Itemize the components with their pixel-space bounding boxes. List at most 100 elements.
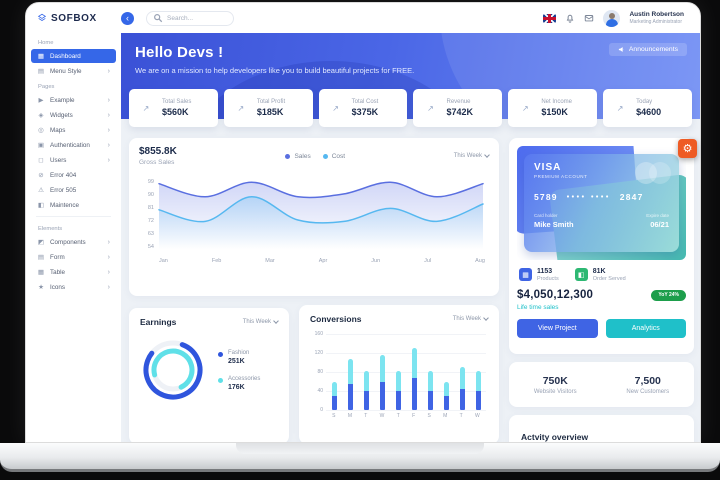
kpi-card-net-income[interactable]: ↗Net Income$150K: [508, 89, 597, 127]
dashboard-icon: ▦: [37, 52, 45, 60]
sidebar-item-maps[interactable]: ◎Maps›: [31, 123, 116, 137]
kpi-card-total-sales[interactable]: ↗Total Sales$560K: [129, 89, 218, 127]
sidebar-item-icons[interactable]: ★Icons›: [31, 280, 116, 294]
sidebar-item-example[interactable]: ▶Example›: [31, 93, 116, 107]
bar-f-5: [412, 348, 417, 410]
hero-subtitle: We are on a mission to help developers l…: [135, 66, 686, 75]
user-avatar[interactable]: [603, 10, 620, 27]
y-tick: 80: [310, 369, 323, 375]
table-icon: ▦: [37, 268, 45, 276]
arrow-up-right-icon: ↗: [325, 97, 347, 119]
error-404-icon: ⊘: [37, 171, 45, 179]
kpi-card-today[interactable]: ↗Today$4600: [603, 89, 692, 127]
user-name: Austin Robertson: [629, 11, 684, 18]
conversions-card: Conversions This Week 16012080400 SMTWTF…: [299, 305, 499, 442]
orders-stat: ◧ 81KOrder Served: [575, 268, 626, 282]
chevron-right-icon: ›: [108, 284, 110, 291]
laptop-mockup: SOFBOX ‹ Austin Robertson Marketing Admi…: [0, 0, 720, 480]
user-chip[interactable]: Austin Robertson Marketing Administrator: [629, 11, 684, 25]
kpi-label: Today: [636, 99, 661, 105]
visitors-card: 750K Website Visitors 7,500 New Customer…: [509, 362, 694, 407]
card-expire-label: Expire date: [646, 213, 669, 218]
kpi-value: $375K: [352, 107, 379, 117]
logo-text: SOFBOX: [51, 13, 97, 24]
bar-s-6: [428, 371, 433, 410]
sidebar-item-components[interactable]: ◩Components›: [31, 235, 116, 249]
cost-legend-dot: [323, 154, 328, 159]
announcements-button[interactable]: Announcements: [609, 43, 687, 56]
card-account-type: PREMIUM ACCOUNT: [534, 174, 669, 179]
bell-icon[interactable]: [565, 13, 575, 23]
svg-text:72: 72: [148, 218, 154, 224]
arrow-up-right-icon: ↗: [609, 97, 631, 119]
accessories-legend-dot: [218, 378, 223, 383]
chevron-right-icon: ›: [108, 112, 110, 119]
sidebar-item-menu-style[interactable]: ▤Menu Style›: [31, 64, 116, 78]
x-tick: Mar: [265, 258, 274, 264]
y-tick: 120: [310, 350, 323, 356]
card-circle-decor: [649, 162, 671, 184]
sidebar-toggle-button[interactable]: ‹: [121, 12, 134, 25]
y-tick: 40: [310, 388, 323, 394]
mail-icon[interactable]: [584, 13, 594, 23]
sidebar-item-table[interactable]: ▦Table›: [31, 265, 116, 279]
credit-card-graphic: VISA PREMIUM ACCOUNT 5789 •••• •••• 2847…: [517, 146, 686, 260]
search-box[interactable]: [146, 11, 234, 26]
sidebar-item-error-404[interactable]: ⊘Error 404: [31, 168, 116, 182]
sidebar-item-maintence[interactable]: ◧Maintence: [31, 198, 116, 212]
x-tick: Feb: [212, 258, 221, 264]
svg-text:81: 81: [148, 205, 154, 211]
menu-style-icon: ▤: [37, 67, 45, 75]
x-tick: M: [443, 413, 447, 419]
kpi-label: Total Cost: [352, 99, 379, 105]
kpi-card-total-cost[interactable]: ↗ Total Cost $375K: [319, 89, 408, 127]
components-icon: ◩: [37, 238, 45, 246]
authentication-icon: ▣: [37, 141, 45, 149]
bar-t-8: [460, 367, 465, 410]
sidebar-item-label: Dashboard: [50, 53, 110, 60]
analytics-button[interactable]: Analytics: [606, 319, 687, 338]
sidebar-item-users[interactable]: ◻Users›: [31, 153, 116, 167]
laptop-base-notch: [236, 443, 484, 454]
chevron-right-icon: ›: [108, 142, 110, 149]
language-flag-icon[interactable]: [543, 14, 556, 23]
logo[interactable]: SOFBOX: [26, 13, 121, 24]
sidebar-item-label: Menu Style: [50, 68, 103, 75]
sidebar-item-authentication[interactable]: ▣Authentication›: [31, 138, 116, 152]
maps-icon: ◎: [37, 126, 45, 134]
laptop-screen: SOFBOX ‹ Austin Robertson Marketing Admi…: [25, 2, 701, 443]
svg-text:54: 54: [148, 244, 154, 250]
gross-sales-period-dropdown[interactable]: This Week: [454, 153, 489, 159]
sidebar-item-form[interactable]: ▤Form›: [31, 250, 116, 264]
x-tick: M: [348, 413, 352, 419]
gross-sales-legend: Sales Cost: [285, 153, 345, 160]
conversions-period-dropdown[interactable]: This Week: [453, 316, 488, 322]
earnings-card: Earnings This Week Fashion251K Accessori…: [129, 308, 289, 442]
kpi-card-revenue[interactable]: ↗Revenue$742K: [413, 89, 502, 127]
products-icon: ▦: [519, 268, 532, 281]
example-icon: ▶: [37, 96, 45, 104]
topbar-actions: Austin Robertson Marketing Administrator: [543, 10, 700, 27]
sidebar-item-widgets[interactable]: ◈Widgets›: [31, 108, 116, 122]
gross-sales-chart: 999081726354: [139, 170, 489, 256]
x-tick: W: [475, 413, 480, 419]
sidebar: Home▦Dashboard▤Menu Style›Pages▶Example›…: [26, 33, 121, 442]
x-tick: Jul: [424, 258, 431, 264]
bar-m-1: [348, 359, 353, 410]
sidebar-item-dashboard[interactable]: ▦ Dashboard: [31, 49, 116, 63]
form-icon: ▤: [37, 253, 45, 261]
svg-text:90: 90: [148, 192, 154, 198]
yoy-badge: YoY 24%: [651, 290, 686, 301]
kpi-value: $742K: [446, 107, 473, 117]
fashion-legend-dot: [218, 352, 223, 357]
x-tick: Jan: [159, 258, 168, 264]
search-input[interactable]: [167, 15, 227, 22]
earnings-period-dropdown[interactable]: This Week: [243, 319, 278, 325]
x-tick: F: [412, 413, 415, 419]
view-project-button[interactable]: View Project: [517, 319, 598, 338]
kpi-card-total-profit[interactable]: ↗Total Profit$185K: [224, 89, 313, 127]
sidebar-item-error-505[interactable]: ⚠Error 505: [31, 183, 116, 197]
settings-gear-button[interactable]: ⚙: [678, 139, 697, 158]
x-tick: Apr: [319, 258, 328, 264]
topbar: SOFBOX ‹ Austin Robertson Marketing Admi…: [26, 3, 700, 33]
